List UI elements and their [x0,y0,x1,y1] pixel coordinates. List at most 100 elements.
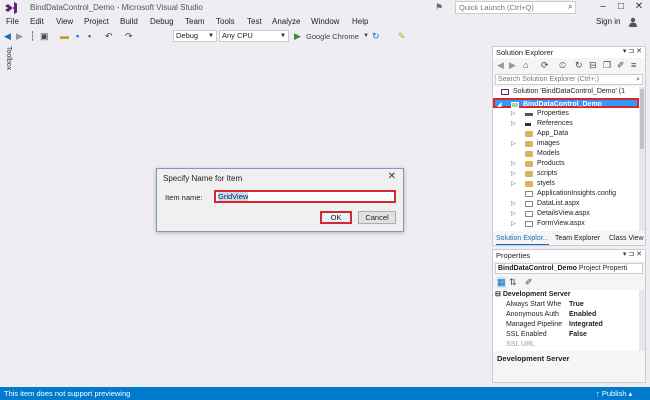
menu-help[interactable]: Help [352,17,368,26]
quick-launch-input[interactable]: Quick Launch (Ctrl+Q) [455,1,576,14]
solution-search-input[interactable]: Search Solution Explorer (Ctrl+;) ⌕ [495,74,643,85]
dialog-close-icon[interactable]: ✕ [388,171,396,182]
tree-item[interactable]: ▷ DataList.aspx [493,199,639,209]
tree-scrollbar[interactable] [639,87,645,231]
menu-analyze[interactable]: Analyze [272,17,300,26]
tree-item[interactable]: App_Data [493,129,639,139]
preview-icon[interactable]: ≡ [631,60,636,71]
property-row[interactable]: Managed Pipeline Integrated [493,320,639,330]
collapsed-arrow-icon[interactable]: ▷ [511,179,516,189]
collapsed-arrow-icon[interactable]: ▷ [511,199,516,209]
menu-build[interactable]: Build [120,17,138,26]
dialog-title: Specify Name for Item [163,174,243,183]
collapsed-arrow-icon[interactable]: ▷ [511,109,516,119]
tree-item[interactable]: ApplicationInsights.config [493,189,639,199]
save-all-icon[interactable]: ▪ [88,31,91,42]
collapsed-arrow-icon[interactable]: ▷ [511,219,516,229]
tree-item[interactable]: ▷ References [493,119,639,129]
file-icon [525,191,533,197]
menu-test[interactable]: Test [247,17,262,26]
tree-item[interactable]: ▷ images [493,139,639,149]
run-target-dropdown-icon[interactable]: ▼ [363,31,369,42]
item-name-input[interactable]: GridView [214,190,396,203]
show-all-files-icon[interactable]: ❐ [603,60,611,71]
tree-item[interactable]: ▷ styels [493,179,639,189]
menu-debug[interactable]: Debug [150,17,174,26]
history-icon[interactable]: ⏲ [559,60,566,71]
pane-controls-icon[interactable]: ▾ ⊐ ✕ [623,250,642,258]
menu-window[interactable]: Window [311,17,339,26]
property-row[interactable]: Anonymous Auth Enabled [493,310,639,320]
user-account-icon[interactable] [628,17,638,27]
refresh-icon[interactable]: ↻ [575,60,583,71]
start-debugging-icon[interactable]: ▶ [294,31,301,42]
properties-scrollbar[interactable] [639,290,645,351]
toolbox-tab[interactable]: Toolbox [5,46,12,70]
sync-icon[interactable]: ⟳ [541,60,549,71]
menu-tools[interactable]: Tools [216,17,235,26]
property-pages-icon[interactable]: ✐ [525,277,533,288]
collapsed-arrow-icon[interactable]: ▷ [511,159,516,169]
tree-item[interactable]: Models [493,149,639,159]
tab-class-view[interactable]: Class View [609,233,644,245]
categorized-icon[interactable]: ▦ [497,277,506,288]
publish-button[interactable]: ↑ Publish ▴ [596,389,632,398]
properties-object-selector[interactable]: BindDataControl_Demo Project Properti [495,263,643,274]
tree-item[interactable]: ▷ Properties [493,109,639,119]
navigate-back-icon[interactable]: ◀ [4,31,11,42]
sign-in-link[interactable]: Sign in [596,17,620,26]
property-value: Enabled [569,311,597,318]
tree-item[interactable]: ▷ Products [493,159,639,169]
tab-solution-explorer[interactable]: Solution Explor... [496,233,549,245]
menu-edit[interactable]: Edit [30,17,44,26]
run-target-button[interactable]: Google Chrome [306,31,359,42]
navigate-forward-icon[interactable]: ▶ [16,31,23,42]
tree-item[interactable]: ▷ FormView.aspx [493,219,639,229]
maximize-button[interactable]: □ [612,1,630,14]
specify-name-dialog: Specify Name for Item ✕ Item name: GridV… [156,168,404,232]
browser-link-icon[interactable]: ✎ [398,31,406,42]
status-message: This item does not support previewing [4,389,131,398]
scrollbar-thumb[interactable] [640,89,644,149]
collapsed-arrow-icon[interactable]: ▷ [511,119,516,129]
open-file-icon[interactable]: ▬ [60,31,69,42]
minimize-button[interactable]: – [594,1,612,14]
tree-item[interactable]: ▷ scripts [493,169,639,179]
tree-solution-node[interactable]: Solution 'BindDataControl_Demo' (1 [493,87,639,97]
alphabetical-icon[interactable]: ⇅ [509,277,517,288]
configuration-dropdown[interactable]: Debug ▼ [173,30,217,42]
forward-icon[interactable]: ▶ [509,60,516,71]
menu-file[interactable]: File [6,17,19,26]
collapse-all-icon[interactable]: ⊟ [589,60,597,71]
collapsed-arrow-icon[interactable]: ▷ [511,139,516,149]
properties-pane: Properties ▾ ⊐ ✕ BindDataControl_Demo Pr… [492,249,646,383]
property-row[interactable]: SSL Enabled False [493,330,639,340]
cancel-button[interactable]: Cancel [358,211,396,224]
platform-dropdown[interactable]: Any CPU ▼ [219,30,289,42]
property-row[interactable]: SSL URL [493,340,639,350]
new-project-icon[interactable]: ▣ [40,31,49,42]
back-icon[interactable]: ◀ [497,60,504,71]
save-icon[interactable]: ▪ [76,31,79,42]
menu-project[interactable]: Project [84,17,109,26]
tree-project-node[interactable]: ◢ BindDataControl_Demo [493,98,639,108]
property-row[interactable]: Always Start Whe True [493,300,639,310]
properties-toolbar: ▦ ⇅ ✐ [495,277,643,289]
collapsed-arrow-icon[interactable]: ▷ [511,169,516,179]
notification-flag-icon[interactable]: ⚑ [435,2,443,13]
refresh-icon[interactable]: ↻ [372,31,380,42]
tree-item[interactable]: ▷ DetailsView.aspx [493,209,639,219]
undo-icon[interactable]: ↶ [105,31,113,42]
ok-button[interactable]: OK [320,211,352,224]
menu-team[interactable]: Team [185,17,205,26]
home-icon[interactable]: ⌂ [523,60,528,71]
solution-tree: Solution 'BindDataControl_Demo' (1 ◢ Bin… [493,87,639,231]
tab-team-explorer[interactable]: Team Explorer [555,233,600,245]
menu-view[interactable]: View [56,17,73,26]
close-window-button[interactable]: ✕ [630,1,648,14]
pane-controls-icon[interactable]: ▾ ⊐ ✕ [623,47,642,55]
property-category[interactable]: ⊟ Development Server [495,290,571,298]
redo-icon[interactable]: ↷ [125,31,133,42]
collapsed-arrow-icon[interactable]: ▷ [511,209,516,219]
properties-icon[interactable]: ✐ [617,60,625,71]
